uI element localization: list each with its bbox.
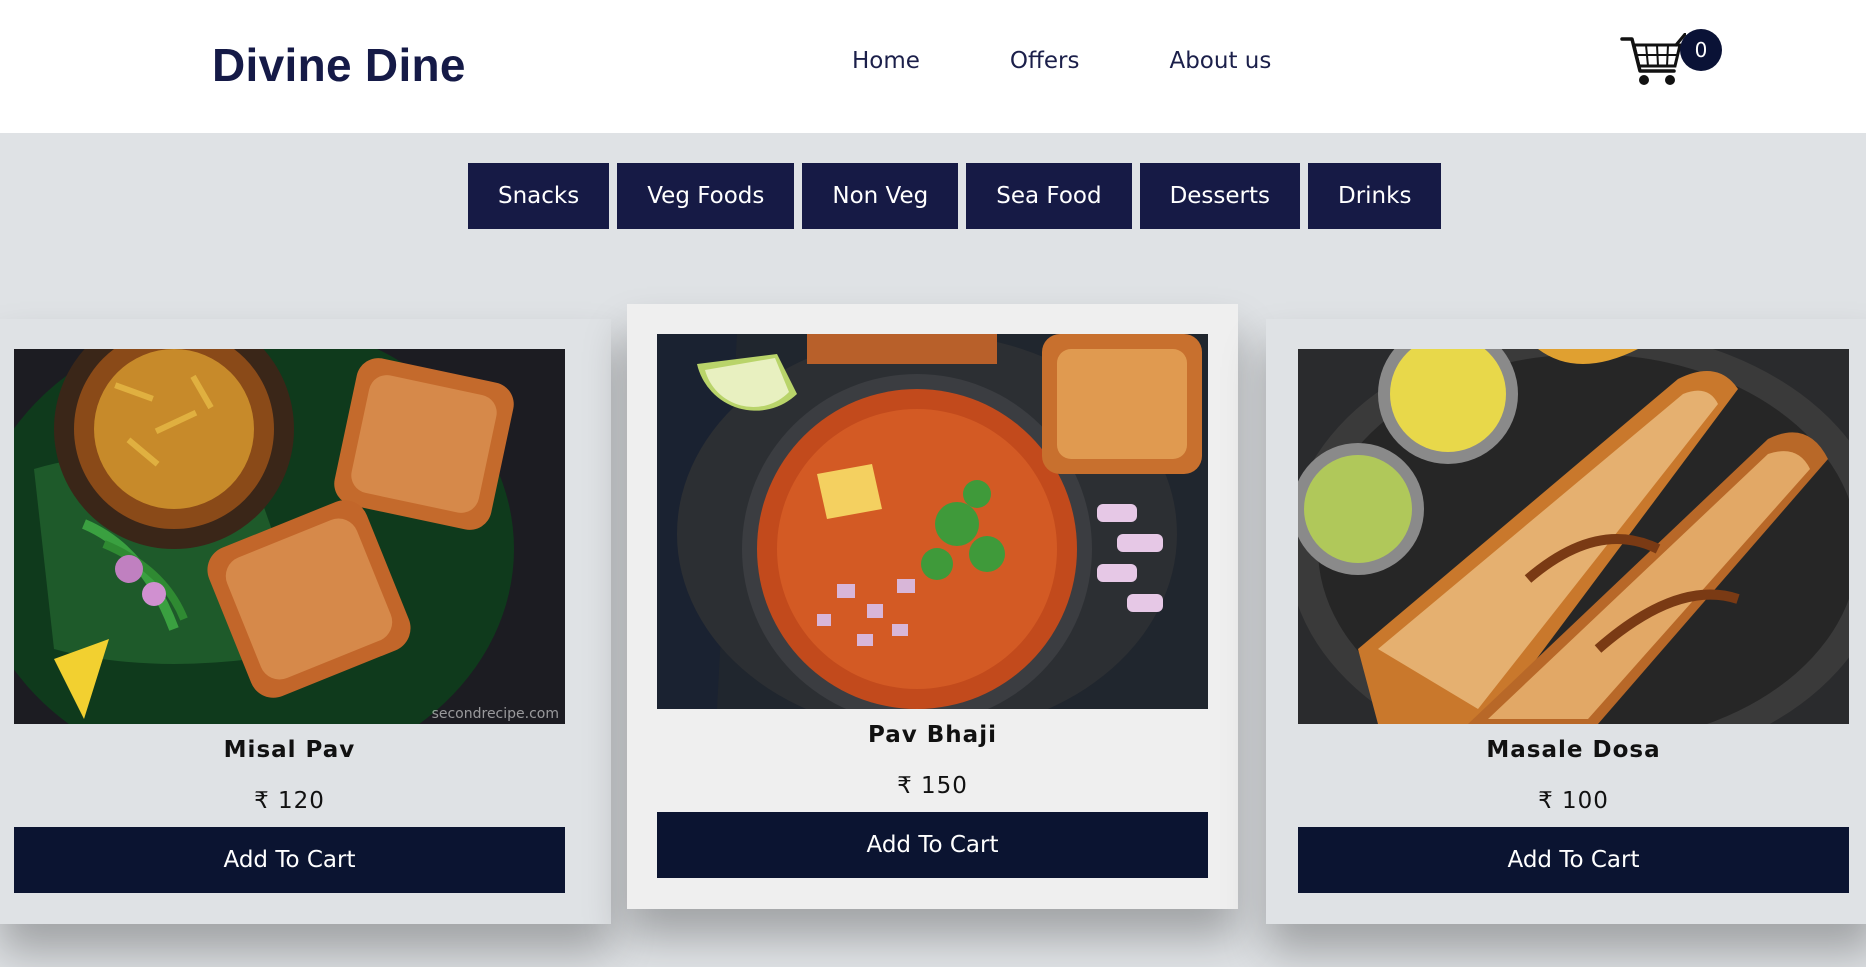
- shopping-cart-icon: [1620, 33, 1686, 85]
- add-to-cart-button[interactable]: Add To Cart: [1298, 827, 1849, 893]
- category-veg-foods-button[interactable]: Veg Foods: [617, 163, 795, 229]
- category-drinks-button[interactable]: Drinks: [1308, 163, 1442, 229]
- nav-offers-link[interactable]: Offers: [1010, 48, 1080, 74]
- brand-logo[interactable]: Divine Dine: [212, 38, 466, 92]
- cart-count-badge: 0: [1680, 29, 1722, 71]
- product-image-misal-pav: secondrecipe.com: [14, 349, 565, 724]
- nav-home-link[interactable]: Home: [852, 48, 920, 74]
- add-to-cart-button[interactable]: Add To Cart: [14, 827, 565, 893]
- category-sea-food-button[interactable]: Sea Food: [966, 163, 1132, 229]
- main-nav: Home Offers About us: [852, 48, 1271, 74]
- image-watermark: secondrecipe.com: [431, 706, 559, 722]
- product-image-pav-bhaji: [657, 334, 1208, 709]
- product-name: Masale Dosa: [1486, 737, 1661, 763]
- product-card-masale-dosa: Masale Dosa ₹ 100 Add To Cart: [1266, 319, 1866, 924]
- product-card-misal-pav: secondrecipe.com Misal Pav ₹ 120 Add To …: [0, 319, 611, 924]
- product-price: ₹ 120: [254, 788, 325, 814]
- product-price: ₹ 150: [897, 773, 968, 799]
- add-to-cart-button[interactable]: Add To Cart: [657, 812, 1208, 878]
- product-image-masale-dosa: [1298, 349, 1849, 724]
- cart-button[interactable]: 0: [1620, 29, 1725, 89]
- category-non-veg-button[interactable]: Non Veg: [802, 163, 959, 229]
- product-name: Pav Bhaji: [868, 722, 997, 748]
- category-bar: Snacks Veg Foods Non Veg Sea Food Desser…: [468, 163, 1442, 229]
- product-price: ₹ 100: [1538, 788, 1609, 814]
- product-card-pav-bhaji: Pav Bhaji ₹ 150 Add To Cart: [627, 304, 1238, 909]
- category-desserts-button[interactable]: Desserts: [1139, 163, 1300, 229]
- site-header: Divine Dine Home Offers About us 0: [0, 0, 1866, 133]
- category-snacks-button[interactable]: Snacks: [468, 163, 610, 229]
- nav-about-link[interactable]: About us: [1169, 48, 1271, 74]
- product-name: Misal Pav: [223, 737, 356, 763]
